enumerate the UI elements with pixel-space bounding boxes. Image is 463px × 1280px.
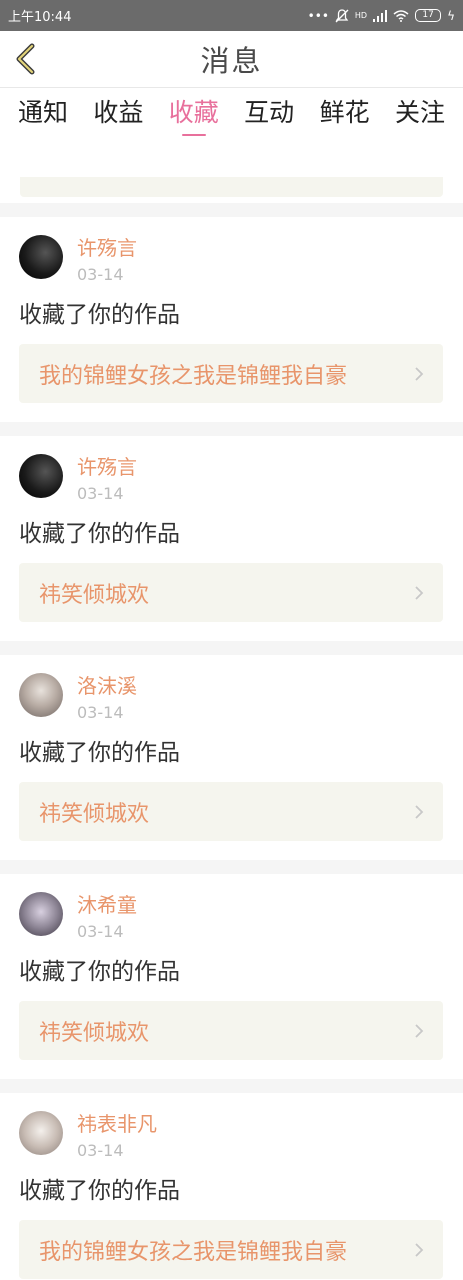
tab-bar: 通知 收益 收藏 互动 鲜花 关注 bbox=[0, 87, 463, 139]
user-name[interactable]: 洛沫溪 bbox=[77, 672, 137, 700]
tab-earnings[interactable]: 收益 bbox=[93, 88, 143, 140]
header: 消息 bbox=[0, 31, 463, 87]
mute-bell-icon bbox=[335, 8, 349, 22]
chevron-right-icon bbox=[415, 366, 424, 381]
list-item: 许殇言 03-14 收藏了你的作品 我的锦鲤女孩之我是锦鲤我自豪 bbox=[0, 217, 463, 422]
list-item: 洛沫溪 03-14 收藏了你的作品 祎笑倾城欢 bbox=[0, 655, 463, 860]
list-item: 祎表非凡 03-14 收藏了你的作品 我的锦鲤女孩之我是锦鲤我自豪 bbox=[0, 1093, 463, 1280]
list-item: 沐希童 03-14 收藏了你的作品 祎笑倾城欢 bbox=[0, 874, 463, 1079]
action-text: 收藏了你的作品 bbox=[19, 959, 180, 985]
tab-follows[interactable]: 关注 bbox=[395, 88, 445, 140]
chevron-right-icon bbox=[415, 1023, 424, 1038]
action-text: 收藏了你的作品 bbox=[19, 1178, 180, 1204]
tab-interactions[interactable]: 互动 bbox=[244, 88, 294, 140]
chevron-left-icon bbox=[16, 43, 35, 75]
user-row: 许殇言 03-14 bbox=[19, 453, 443, 505]
message-list: 许殇言 03-14 收藏了你的作品 我的锦鲤女孩之我是锦鲤我自豪 许殇言 03-… bbox=[0, 139, 463, 1280]
work-link[interactable]: 我的锦鲤女孩之我是锦鲤我自豪 bbox=[19, 344, 443, 403]
list-item-partial bbox=[0, 139, 463, 203]
work-title: 祎笑倾城欢 bbox=[39, 801, 150, 827]
work-link-partial[interactable] bbox=[20, 177, 443, 197]
wifi-icon bbox=[393, 9, 409, 22]
avatar[interactable] bbox=[19, 1111, 63, 1155]
work-title: 祎笑倾城欢 bbox=[39, 582, 150, 608]
item-date: 03-14 bbox=[77, 1141, 124, 1160]
work-link[interactable]: 祎笑倾城欢 bbox=[19, 1001, 443, 1060]
signal-icon bbox=[373, 9, 388, 22]
user-name[interactable]: 许殇言 bbox=[77, 453, 137, 481]
charging-icon: ϟ bbox=[447, 8, 455, 23]
item-date: 03-14 bbox=[77, 484, 124, 503]
action-text: 收藏了你的作品 bbox=[19, 740, 180, 766]
work-link[interactable]: 我的锦鲤女孩之我是锦鲤我自豪 bbox=[19, 1220, 443, 1279]
user-row: 祎表非凡 03-14 bbox=[19, 1110, 443, 1162]
chevron-right-icon bbox=[415, 1242, 424, 1257]
battery-icon: 17 bbox=[415, 9, 442, 22]
status-time: 上午10:44 bbox=[8, 10, 72, 25]
work-title: 我的锦鲤女孩之我是锦鲤我自豪 bbox=[39, 1239, 348, 1265]
list-item: 许殇言 03-14 收藏了你的作品 祎笑倾城欢 bbox=[0, 436, 463, 641]
more-dots-icon: ••• bbox=[307, 8, 329, 23]
tab-notifications[interactable]: 通知 bbox=[18, 88, 68, 140]
user-name[interactable]: 沐希童 bbox=[77, 891, 137, 919]
action-text: 收藏了你的作品 bbox=[19, 521, 180, 547]
work-title: 我的锦鲤女孩之我是锦鲤我自豪 bbox=[39, 363, 348, 389]
chevron-right-icon bbox=[415, 585, 424, 600]
status-bar: 上午10:44 ••• HD 17 ϟ bbox=[0, 0, 463, 31]
work-title: 祎笑倾城欢 bbox=[39, 1020, 150, 1046]
avatar[interactable] bbox=[19, 235, 63, 279]
work-link[interactable]: 祎笑倾城欢 bbox=[19, 563, 443, 622]
page-title: 消息 bbox=[200, 44, 263, 78]
action-text: 收藏了你的作品 bbox=[19, 302, 180, 328]
avatar[interactable] bbox=[19, 454, 63, 498]
user-row: 沐希童 03-14 bbox=[19, 891, 443, 943]
tab-favorites[interactable]: 收藏 bbox=[169, 88, 219, 140]
avatar[interactable] bbox=[19, 673, 63, 717]
back-button[interactable] bbox=[10, 41, 40, 77]
user-row: 许殇言 03-14 bbox=[19, 234, 443, 286]
chevron-right-icon bbox=[415, 804, 424, 819]
item-date: 03-14 bbox=[77, 703, 124, 722]
user-row: 洛沫溪 03-14 bbox=[19, 672, 443, 724]
tab-flowers[interactable]: 鲜花 bbox=[320, 88, 370, 140]
item-date: 03-14 bbox=[77, 265, 124, 284]
avatar[interactable] bbox=[19, 892, 63, 936]
hd-signal-label: HD bbox=[354, 11, 368, 20]
user-name[interactable]: 许殇言 bbox=[77, 234, 137, 262]
status-icons: ••• HD 17 ϟ bbox=[308, 9, 455, 23]
item-date: 03-14 bbox=[77, 922, 124, 941]
work-link[interactable]: 祎笑倾城欢 bbox=[19, 782, 443, 841]
user-name[interactable]: 祎表非凡 bbox=[77, 1110, 157, 1138]
